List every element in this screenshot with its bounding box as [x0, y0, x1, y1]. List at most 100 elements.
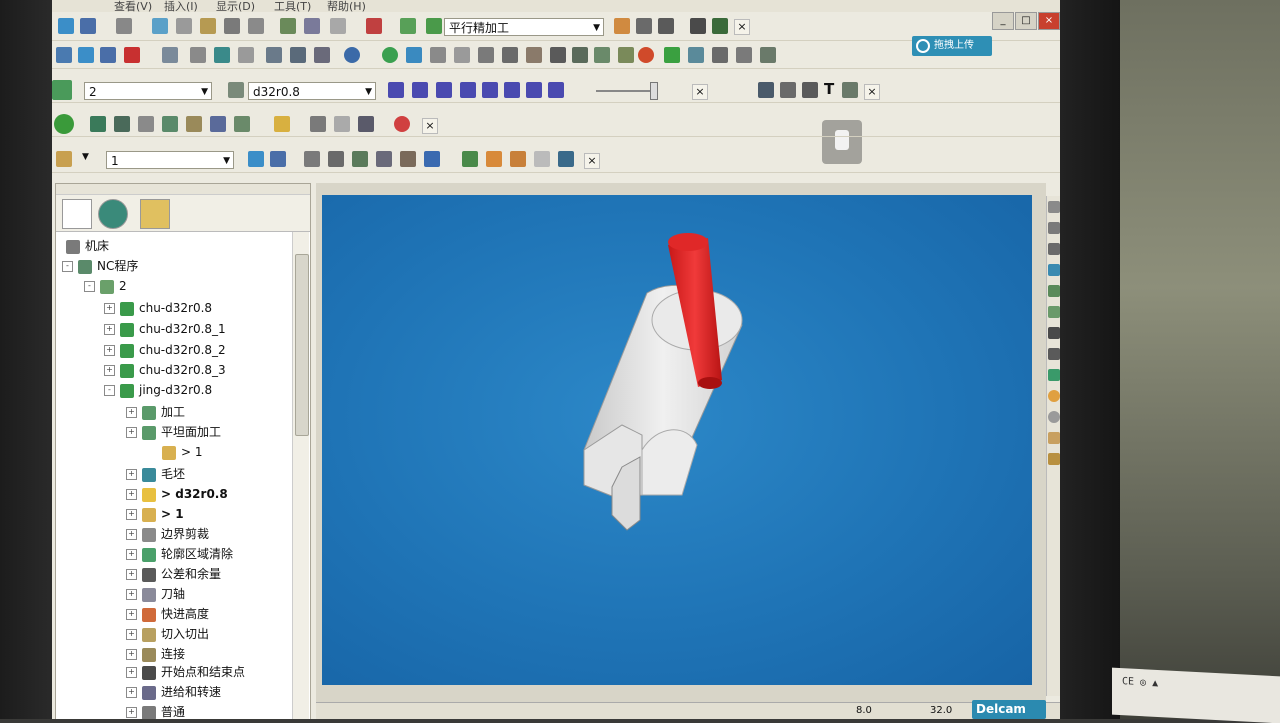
tree-item-boundary[interactable]: + > 1 [126, 504, 184, 524]
expand-icon[interactable]: + [126, 687, 137, 698]
strategy-icon[interactable] [400, 18, 416, 34]
circle-icon[interactable] [382, 47, 398, 63]
grid-icon[interactable] [426, 18, 442, 34]
expand-icon[interactable]: + [126, 529, 137, 540]
shaded-icon[interactable] [1048, 369, 1060, 381]
tree-item-workplane[interactable]: > 1 [162, 442, 203, 462]
clock-icon[interactable] [502, 47, 518, 63]
expand-icon[interactable]: - [62, 261, 73, 272]
layer-select[interactable]: 2 ▼ [84, 82, 212, 100]
menu-tools[interactable]: 工具(T) [274, 0, 311, 14]
text-icon[interactable]: T [824, 80, 834, 98]
eraser-icon[interactable] [486, 151, 502, 167]
pattern2-icon[interactable] [688, 47, 704, 63]
toolbar-close-icon[interactable]: × [734, 19, 750, 35]
menu-insert[interactable]: 插入(I) [164, 0, 198, 14]
globe-icon[interactable] [1048, 411, 1060, 423]
tree-item-flat[interactable]: + 平坦面加工 [126, 422, 221, 442]
expand-icon[interactable]: + [126, 427, 137, 438]
annot-toolbar-close-icon[interactable]: × [864, 84, 880, 100]
redo-icon[interactable] [534, 151, 550, 167]
expand-icon[interactable]: + [126, 509, 137, 520]
boundary-shape-icon[interactable] [304, 151, 320, 167]
graphics-canvas[interactable] [322, 195, 1032, 685]
underline-icon[interactable] [424, 151, 440, 167]
branch-icon[interactable] [712, 47, 728, 63]
view-side-icon[interactable] [1048, 243, 1060, 255]
gear-icon[interactable] [454, 47, 470, 63]
ncprogram-icon[interactable] [614, 18, 630, 34]
viewmill-icon[interactable] [54, 114, 74, 134]
network-icon[interactable] [594, 47, 610, 63]
tree-item-program[interactable]: -2 [84, 276, 127, 296]
import-icon[interactable] [366, 18, 382, 34]
globe-tab-icon[interactable] [98, 199, 128, 229]
skip-end-icon[interactable] [548, 82, 564, 98]
expand-icon[interactable]: + [126, 589, 137, 600]
transform-icon[interactable] [712, 18, 728, 34]
tree-item-feeds[interactable]: + 进给和转速 [126, 682, 221, 702]
view-front-icon[interactable] [1048, 201, 1060, 213]
tree-item-machine[interactable]: 机床 [66, 236, 109, 256]
compare-icon[interactable] [210, 116, 226, 132]
cube-icon[interactable] [376, 151, 392, 167]
pattern-icon[interactable] [224, 18, 240, 34]
step-back-icon[interactable] [436, 82, 452, 98]
toolpath-icon[interactable] [152, 18, 168, 34]
cursor-icon[interactable] [138, 116, 154, 132]
pause-icon[interactable] [412, 82, 428, 98]
boundary-icon[interactable] [200, 18, 216, 34]
expand-icon[interactable]: + [126, 489, 137, 500]
rapid-icon[interactable] [190, 47, 206, 63]
expand-icon[interactable]: + [126, 407, 137, 418]
link-icon[interactable] [802, 82, 818, 98]
expand-icon[interactable]: + [126, 609, 137, 620]
folder-tab-icon[interactable] [140, 199, 170, 229]
edit-boundary-icon[interactable] [462, 151, 478, 167]
star-shape-icon[interactable] [328, 151, 344, 167]
open-workplane-icon[interactable] [248, 151, 264, 167]
tree-item-toolaxis[interactable]: + 刀轴 [126, 584, 185, 604]
tree-item-area-clear[interactable]: + 轮廓区域清除 [126, 544, 233, 564]
expand-icon[interactable]: + [126, 649, 137, 660]
workplane-icon[interactable] [56, 151, 72, 167]
expand-icon[interactable]: + [126, 629, 137, 640]
tree-item-rapid[interactable]: + 快进高度 [126, 604, 209, 624]
simulation-icon[interactable] [52, 80, 72, 100]
lines-icon[interactable] [352, 151, 368, 167]
startpoint-icon[interactable] [238, 47, 254, 63]
fast-forward-icon[interactable] [504, 82, 520, 98]
save-workplane-icon[interactable] [270, 151, 286, 167]
tree-item-toolpath[interactable]: + chu-d32r0.8 [104, 298, 212, 318]
play-icon[interactable] [460, 82, 476, 98]
view-iso-icon[interactable] [1048, 264, 1060, 276]
layers-icon[interactable] [314, 47, 330, 63]
shade-icon[interactable] [266, 47, 282, 63]
tree-item-leads[interactable]: + 切入切出 [126, 624, 209, 644]
expand-icon[interactable]: - [104, 385, 115, 396]
restore-icon[interactable] [334, 116, 350, 132]
tree-item-toolpath[interactable]: + chu-d32r0.8_1 [104, 319, 226, 339]
chart-icon[interactable] [526, 47, 542, 63]
cut-icon[interactable] [162, 116, 178, 132]
refresh-icon[interactable] [1048, 306, 1060, 318]
speed-slider-thumb[interactable] [650, 82, 658, 100]
open-project-icon[interactable] [78, 47, 94, 63]
tree-item-machining[interactable]: + 加工 [126, 402, 185, 422]
expand-icon[interactable]: - [84, 281, 95, 292]
tree-item-block[interactable]: + 毛坯 [126, 464, 185, 484]
dots-icon[interactable] [736, 47, 752, 63]
hatch-icon[interactable] [572, 47, 588, 63]
expand-icon[interactable]: + [126, 569, 137, 580]
material-icon[interactable] [1048, 390, 1060, 402]
feed-icon[interactable] [304, 18, 320, 34]
print-icon[interactable] [116, 18, 132, 34]
save-icon[interactable] [80, 18, 96, 34]
list-icon[interactable] [550, 47, 566, 63]
pencil-icon[interactable] [406, 47, 422, 63]
expand-icon[interactable]: + [104, 345, 115, 356]
workplane-dropdown-icon[interactable]: ▼ [82, 152, 89, 162]
expand-icon[interactable]: + [126, 667, 137, 678]
shade-mode-icon[interactable] [90, 116, 106, 132]
save-project-icon[interactable] [100, 47, 116, 63]
